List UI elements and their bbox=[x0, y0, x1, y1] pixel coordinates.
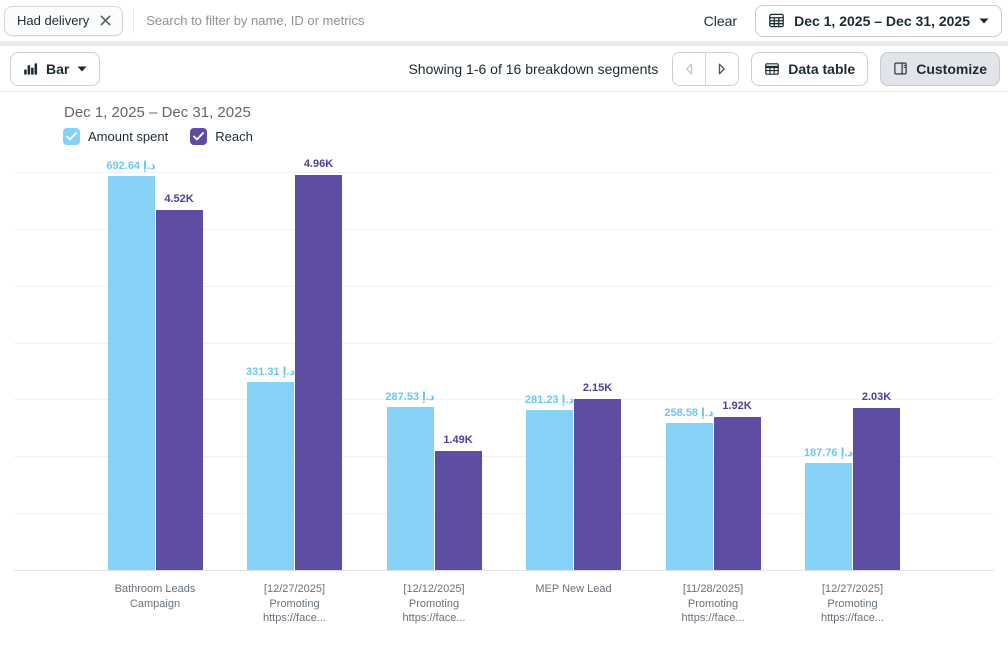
filter-chip-label: Had delivery bbox=[17, 13, 89, 28]
close-icon[interactable] bbox=[99, 14, 112, 27]
x-axis-label: [12/27/2025] Promoting https://face... bbox=[778, 582, 928, 626]
data-table-icon bbox=[764, 61, 780, 77]
customize-label: Customize bbox=[916, 61, 987, 77]
chevron-down-icon bbox=[77, 66, 87, 72]
bar-value-label: 1.49K bbox=[398, 434, 518, 446]
search-input[interactable] bbox=[146, 13, 693, 28]
chevron-down-icon bbox=[979, 18, 989, 24]
date-range-label: Dec 1, 2025 – Dec 31, 2025 bbox=[794, 13, 970, 29]
bar-amount-spent[interactable] bbox=[247, 382, 294, 570]
x-axis-label: MEP New Lead bbox=[499, 582, 649, 597]
bar-value-label: 2.03K bbox=[817, 391, 937, 403]
reach-checkbox[interactable] bbox=[190, 128, 207, 145]
data-table-label: Data table bbox=[788, 61, 855, 77]
checkmark-icon bbox=[66, 132, 77, 141]
bar-reach[interactable] bbox=[574, 399, 621, 570]
bar-reach[interactable] bbox=[156, 210, 203, 570]
bar-value-label: 4.52K bbox=[119, 193, 239, 205]
pagination bbox=[672, 52, 739, 86]
bar-amount-spent[interactable] bbox=[387, 407, 434, 570]
bar-reach[interactable] bbox=[853, 408, 900, 570]
date-range-button[interactable]: Dec 1, 2025 – Dec 31, 2025 bbox=[755, 5, 1002, 37]
x-axis-label: [11/28/2025] Promoting https://face... bbox=[638, 582, 788, 626]
chart-toolbar: Bar Showing 1-6 of 16 breakdown segments bbox=[0, 46, 1008, 92]
next-page-button[interactable] bbox=[706, 53, 738, 85]
bar-reach[interactable] bbox=[435, 451, 482, 570]
chart-type-label: Bar bbox=[46, 61, 69, 77]
x-axis-line bbox=[14, 570, 994, 571]
divider bbox=[133, 9, 134, 33]
calendar-icon bbox=[768, 12, 785, 29]
showing-segments-text: Showing 1-6 of 16 breakdown segments bbox=[408, 61, 658, 77]
customize-panel-icon bbox=[893, 61, 908, 76]
amount-spent-checkbox[interactable] bbox=[63, 128, 80, 145]
filter-bar: Had delivery Clear Dec 1, 2025 – Dec 31,… bbox=[0, 0, 1008, 41]
data-table-button[interactable]: Data table bbox=[751, 52, 868, 86]
bar-value-label: 1.92K bbox=[677, 400, 797, 412]
customize-button[interactable]: Customize bbox=[880, 52, 1000, 86]
chart-legend: Amount spent Reach bbox=[63, 128, 253, 145]
bar-amount-spent[interactable] bbox=[526, 410, 573, 570]
bar-value-label: 4.96K bbox=[259, 158, 379, 170]
bar-reach[interactable] bbox=[714, 417, 761, 570]
x-axis-label: Bathroom Leads Campaign bbox=[80, 582, 230, 611]
bar-chart: 692.64 د.إ4.52KBathroom Leads Campaign33… bbox=[14, 172, 994, 570]
chart-type-button[interactable]: Bar bbox=[10, 52, 100, 86]
bar-value-label: 692.64 د.إ bbox=[71, 159, 191, 172]
filter-chip-had-delivery[interactable]: Had delivery bbox=[4, 6, 123, 36]
next-page-icon bbox=[718, 63, 726, 75]
bar-amount-spent[interactable] bbox=[108, 176, 155, 570]
bar-amount-spent[interactable] bbox=[805, 463, 852, 570]
chart-title: Dec 1, 2025 – Dec 31, 2025 bbox=[64, 104, 251, 121]
bar-amount-spent[interactable] bbox=[666, 423, 713, 570]
prev-page-icon bbox=[685, 63, 693, 75]
legend-label-reach: Reach bbox=[215, 129, 253, 144]
bar-value-label: 2.15K bbox=[538, 382, 658, 394]
clear-button[interactable]: Clear bbox=[694, 7, 747, 35]
x-axis-label: [12/27/2025] Promoting https://face... bbox=[220, 582, 370, 626]
legend-item-amount-spent[interactable]: Amount spent bbox=[63, 128, 168, 145]
bar-reach[interactable] bbox=[295, 175, 342, 570]
prev-page-button[interactable] bbox=[673, 53, 705, 85]
checkmark-icon bbox=[193, 132, 204, 141]
chart-panel: Dec 1, 2025 – Dec 31, 2025 Amount spent … bbox=[0, 92, 1008, 645]
bar-chart-icon bbox=[23, 61, 38, 76]
x-axis-label: [12/12/2025] Promoting https://face... bbox=[359, 582, 509, 626]
legend-label-amount-spent: Amount spent bbox=[88, 129, 168, 144]
bar-value-label: 287.53 د.إ bbox=[350, 390, 470, 403]
legend-item-reach[interactable]: Reach bbox=[190, 128, 253, 145]
